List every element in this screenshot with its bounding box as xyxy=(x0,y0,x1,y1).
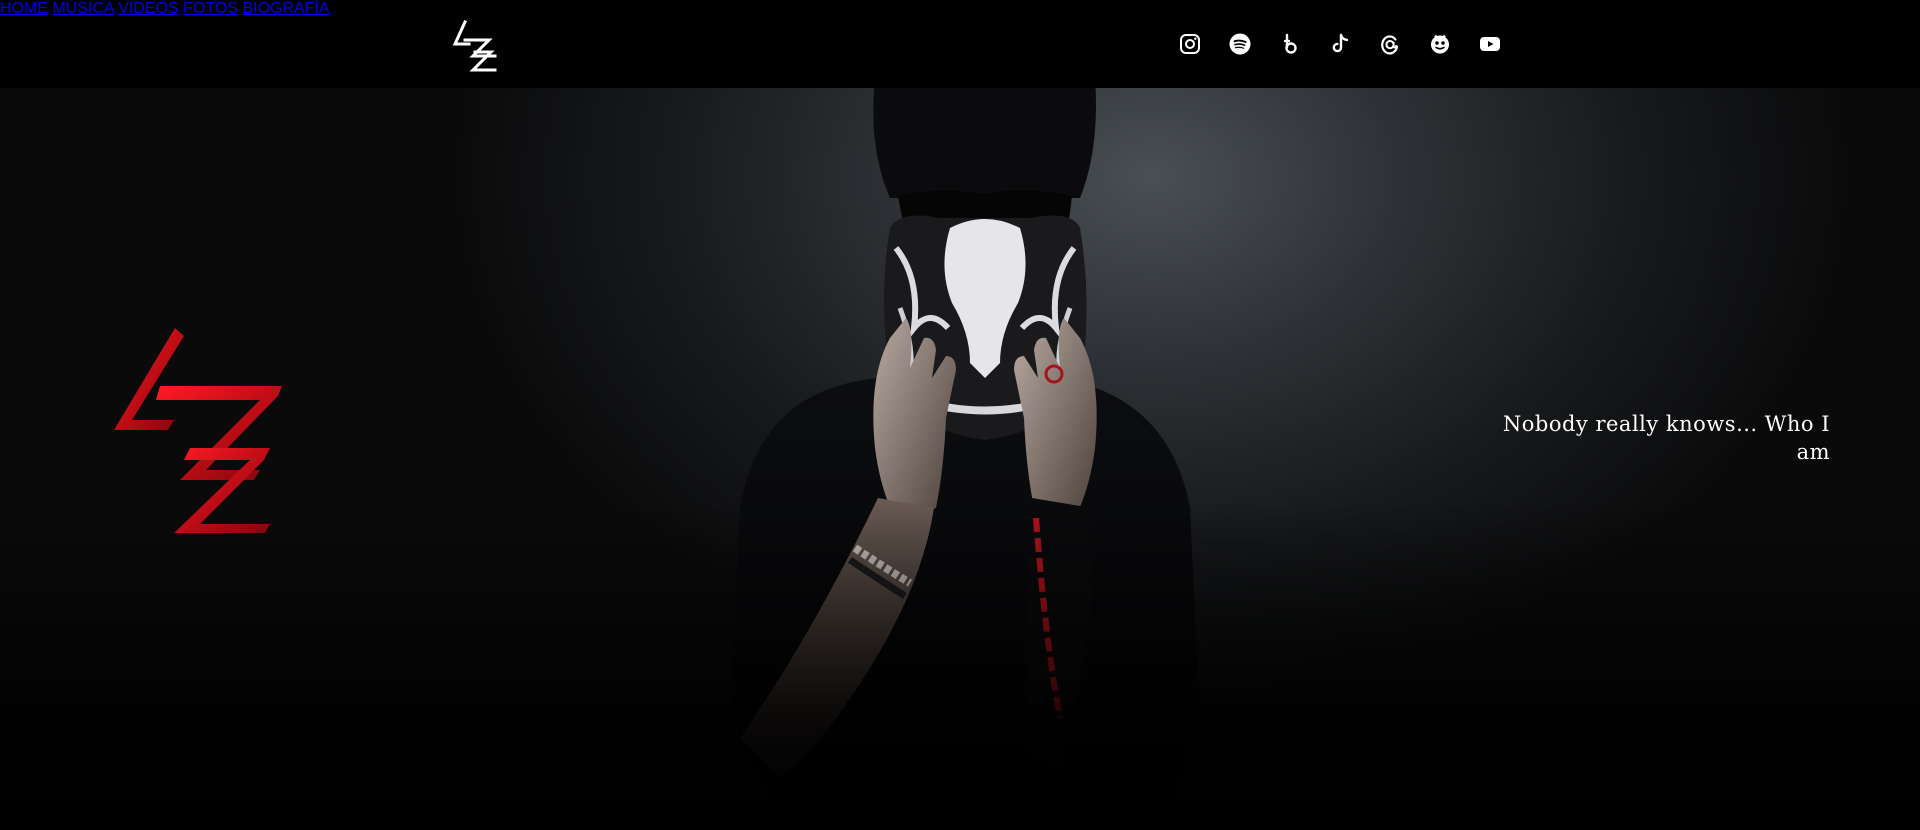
lz-red-logo-icon xyxy=(114,328,282,533)
top-navigation-bar: HOME MÚSICA VIDEOS FOTOS BIOGRAFÍA xyxy=(0,0,1920,88)
threads-icon[interactable] xyxy=(1378,32,1402,56)
tidal-icon[interactable] xyxy=(1278,32,1302,56)
tiktok-icon[interactable] xyxy=(1328,32,1352,56)
site-logo-link[interactable] xyxy=(451,18,499,72)
spotify-icon[interactable] xyxy=(1228,32,1252,56)
bandcamp-icon[interactable] xyxy=(1428,32,1452,56)
instagram-icon[interactable] xyxy=(1178,32,1202,56)
youtube-icon[interactable] xyxy=(1478,32,1502,56)
nav-item-fotos[interactable]: FOTOS xyxy=(183,0,238,17)
hero-tagline: Nobody really knows... Who I am xyxy=(1502,412,1830,464)
lz-logo-icon xyxy=(452,20,497,72)
nav-item-home[interactable]: HOME xyxy=(0,0,48,17)
hero-section: Nobody really knows... Who I am xyxy=(0,88,1920,830)
hero-bottom-fade xyxy=(0,500,1920,830)
nav-item-videos[interactable]: VIDEOS xyxy=(118,0,178,17)
nav-item-musica[interactable]: MÚSICA xyxy=(52,0,113,17)
nav-item-biografia[interactable]: BIOGRAFÍA xyxy=(242,0,329,17)
